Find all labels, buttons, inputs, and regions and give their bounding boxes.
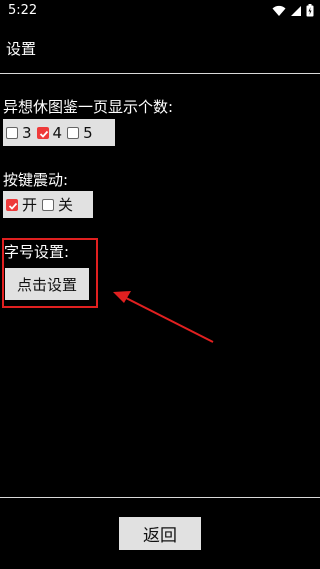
option-4-label: 4	[52, 123, 63, 142]
items-per-page-label: 异想休图鉴一页显示个数:	[3, 98, 174, 116]
back-button[interactable]: 返回	[119, 517, 201, 550]
option-on-label: 开	[22, 196, 38, 214]
font-size-label: 字号设置:	[4, 243, 70, 261]
check-icon	[39, 130, 48, 138]
button-vibration-options: 开 关	[3, 191, 93, 218]
check-icon	[8, 202, 18, 210]
battery-icon	[306, 2, 314, 21]
page-title: 设置	[6, 40, 37, 58]
signal-icon	[290, 2, 302, 21]
option-5-label: 5	[83, 123, 93, 142]
option-off[interactable]: 关	[42, 194, 73, 215]
checkbox-3[interactable]	[6, 126, 18, 139]
footer-divider	[0, 497, 320, 498]
option-4[interactable]: 4	[36, 123, 63, 142]
option-3-label: 3	[22, 123, 32, 142]
font-size-set-button[interactable]: 点击设置	[5, 268, 89, 300]
option-on[interactable]: 开	[6, 194, 37, 215]
status-time: 5:22	[8, 3, 38, 18]
checkbox-on[interactable]	[6, 198, 18, 211]
checkbox-5[interactable]	[67, 126, 80, 139]
option-3[interactable]: 3	[6, 124, 32, 142]
status-icons	[272, 3, 314, 19]
checkbox-off[interactable]	[42, 198, 55, 211]
option-off-label: 关	[58, 196, 74, 214]
option-5[interactable]: 5	[67, 124, 93, 142]
wifi-icon	[272, 2, 286, 21]
button-vibration-label: 按键震动:	[3, 171, 69, 189]
header-divider	[0, 73, 320, 74]
checkbox-4[interactable]	[36, 126, 49, 139]
items-per-page-options: 3 4 5	[3, 119, 115, 146]
status-bar: 5:22	[0, 0, 320, 22]
